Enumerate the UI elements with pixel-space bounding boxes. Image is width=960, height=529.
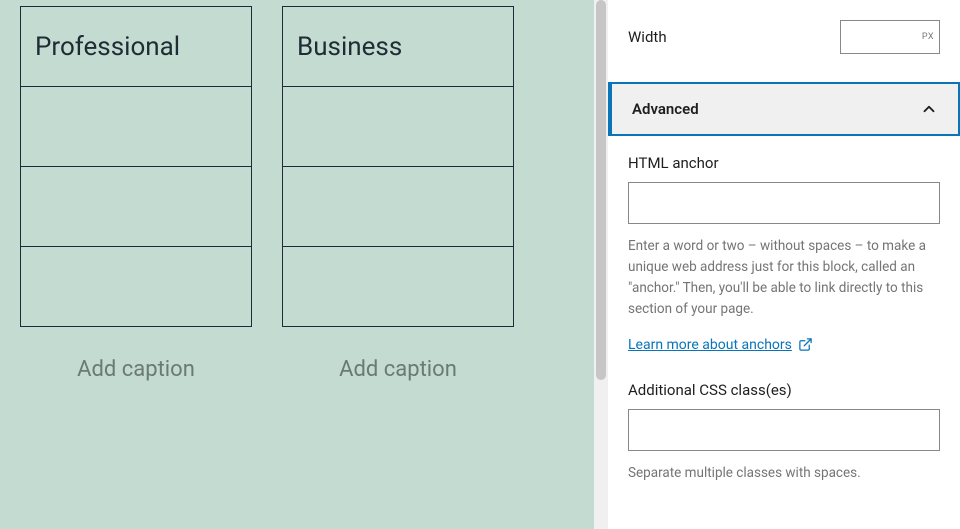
table-caption-input[interactable]: Add caption <box>282 357 514 382</box>
scrollbar-thumb[interactable] <box>596 0 606 380</box>
table-row[interactable] <box>21 167 252 247</box>
width-input[interactable] <box>840 20 940 54</box>
html-anchor-help: Enter a word or two – without spaces – t… <box>628 236 940 320</box>
table-row[interactable]: Business <box>283 7 514 87</box>
table-header-cell[interactable]: Business <box>283 7 514 87</box>
width-label: Width <box>628 28 667 46</box>
width-setting-row: Width PX <box>608 6 960 82</box>
table-row[interactable] <box>21 247 252 327</box>
css-classes-label: Additional CSS class(es) <box>628 381 940 399</box>
chevron-up-icon <box>920 100 938 118</box>
table-cell[interactable] <box>283 167 514 247</box>
tables-container: Professional Add caption Business Add ca… <box>20 6 588 382</box>
table-row[interactable] <box>283 87 514 167</box>
table[interactable]: Professional <box>20 6 252 327</box>
table-cell[interactable] <box>21 247 252 327</box>
table-header-cell[interactable]: Professional <box>21 7 252 87</box>
css-classes-help: Separate multiple classes with spaces. <box>628 463 940 484</box>
table-cell[interactable] <box>21 87 252 167</box>
table-row[interactable]: Professional <box>21 7 252 87</box>
external-link-icon <box>798 337 813 352</box>
table-row[interactable] <box>21 87 252 167</box>
learn-more-anchors-link[interactable]: Learn more about anchors <box>628 337 813 353</box>
table-cell[interactable] <box>283 247 514 327</box>
css-classes-input[interactable] <box>628 409 940 451</box>
advanced-panel-title: Advanced <box>632 100 699 118</box>
table-row[interactable] <box>283 167 514 247</box>
table-caption-input[interactable]: Add caption <box>20 357 252 382</box>
table-block-professional[interactable]: Professional Add caption <box>20 6 252 382</box>
advanced-panel-body: HTML anchor Enter a word or two – withou… <box>608 136 960 504</box>
table-cell[interactable] <box>21 167 252 247</box>
table-cell[interactable] <box>283 87 514 167</box>
canvas-scrollbar[interactable] <box>594 0 608 529</box>
table-row[interactable] <box>283 247 514 327</box>
html-anchor-label: HTML anchor <box>628 154 940 172</box>
editor-canvas: Professional Add caption Business Add ca… <box>0 0 608 529</box>
learn-more-anchors-text: Learn more about anchors <box>628 337 792 353</box>
advanced-panel-toggle[interactable]: Advanced <box>608 82 960 136</box>
table[interactable]: Business <box>282 6 514 327</box>
settings-sidebar: Width PX Advanced HTML anchor Enter a wo… <box>608 0 960 529</box>
table-block-business[interactable]: Business Add caption <box>282 6 514 382</box>
html-anchor-input[interactable] <box>628 182 940 224</box>
